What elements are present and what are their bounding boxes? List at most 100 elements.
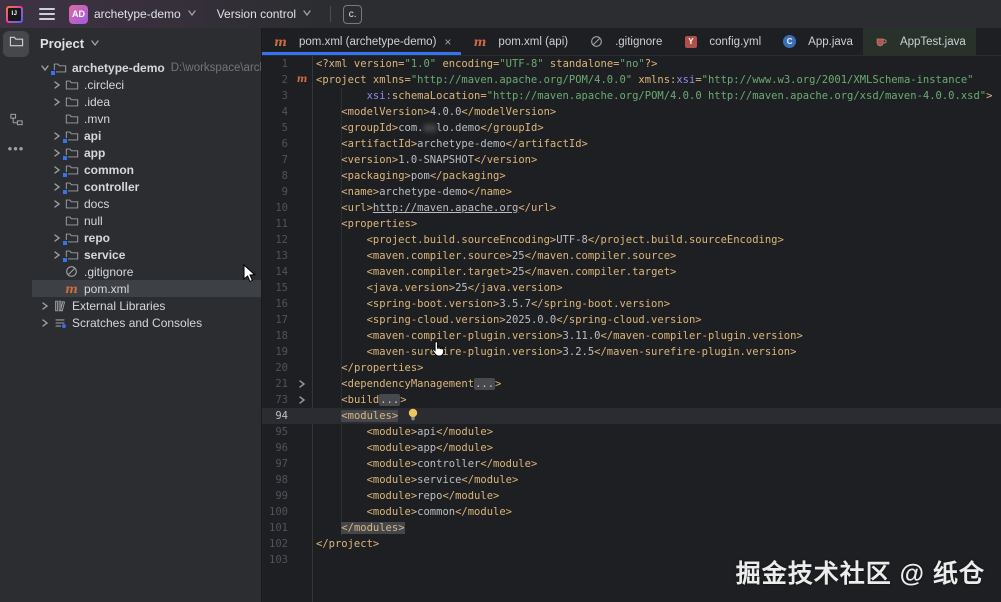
gutter-space [292, 296, 312, 312]
capture-badge-icon[interactable]: c. [343, 4, 363, 24]
ide-window: { "titlebar": { "project_badge": "AD", "… [0, 0, 1001, 602]
tree-item-controller[interactable]: controller [32, 178, 261, 195]
folded-region[interactable]: ... [474, 378, 496, 390]
tree-item-scratches-and-consoles[interactable]: Scratches and Consoles [32, 314, 261, 331]
tree-item-label: common [84, 162, 135, 177]
folder-icon [63, 78, 80, 92]
tree-item-label: .circleci [84, 77, 125, 92]
code-line-12: 12 <project.build.sourceEncoding>UTF-8</… [262, 232, 1001, 248]
code-line-8: 8 <packaging>pom</packaging> [262, 168, 1001, 184]
ignored-icon [63, 265, 80, 278]
line-number: 6 [281, 138, 288, 150]
project-avatar: AD [69, 4, 88, 24]
line-number: 99 [275, 490, 288, 502]
tree-item-app[interactable]: app [32, 144, 261, 161]
project-widget[interactable]: AD archetype-demo [63, 2, 203, 27]
watermark-text: 掘金技术社区 @ 纸仓 [735, 560, 985, 588]
folded-region[interactable]: ... [379, 394, 401, 406]
gutter-space [292, 200, 312, 216]
tab-gitignore[interactable]: .gitignore [578, 28, 672, 55]
tab-label: App.java [808, 35, 853, 48]
code-line-100: 100 <module>common</module> [262, 504, 1001, 520]
tree-item-docs[interactable]: docs [32, 195, 261, 212]
line-number: 19 [275, 346, 288, 358]
version-control-widget[interactable]: Version control [211, 4, 318, 24]
tree-item-label: repo [84, 230, 111, 245]
code-lines: 1 <?xml version="1.0" encoding="UTF-8" st… [262, 56, 1001, 568]
code-text: <modelVersion>4.0.0</modelVersion> [341, 106, 557, 118]
gutter-space [292, 360, 312, 376]
project-panel-header[interactable]: Project [32, 28, 261, 58]
code-line-11: 11 <properties> [262, 216, 1001, 232]
tab-config-yml[interactable]: Yconfig.yml [672, 28, 771, 55]
gutter-space [292, 88, 312, 104]
code-line-97: 97 <module>controller</module> [262, 456, 1001, 472]
close-icon[interactable]: × [444, 35, 451, 49]
code-line-7: 7 <version>1.0-SNAPSHOT</version> [262, 152, 1001, 168]
code-line-21: 21 <dependencyManagement...> [262, 376, 1001, 392]
line-number: 94 [275, 410, 288, 422]
line-number: 15 [275, 282, 288, 294]
line-number: 13 [275, 250, 288, 262]
gutter-space [292, 344, 312, 360]
tree-item-null[interactable]: null [32, 212, 261, 229]
line-number: 9 [281, 186, 288, 198]
tree-item-label: .mvn [84, 111, 111, 126]
tree-item-common[interactable]: common [32, 161, 261, 178]
libraries-icon [51, 299, 68, 313]
tree-item-pom-xml[interactable]: m pom.xml [32, 280, 261, 297]
chevron-icon [38, 301, 51, 311]
more-tool-windows-button[interactable]: ••• [3, 135, 29, 161]
code-line-73: 73 <build...> [262, 392, 1001, 408]
ellipsis-icon: ••• [7, 140, 25, 156]
tree-item-mvn[interactable]: .mvn [32, 110, 261, 127]
project-tool-button[interactable] [3, 31, 29, 57]
gutter-space [292, 552, 312, 568]
code-line-5: 5 <groupId>com.xxlo.demo</groupId> [262, 120, 1001, 136]
tree-item-gitignore[interactable]: .gitignore [32, 263, 261, 280]
fold-arrow-icon[interactable] [292, 376, 312, 392]
tab-apptest-java[interactable]: AppTest.java [862, 28, 976, 55]
tab-pom-xml-archetype-demo[interactable]: m pom.xml (archetype-demo) × [262, 28, 462, 55]
tree-item-label: app [84, 145, 106, 160]
tree-item-api[interactable]: api [32, 127, 261, 144]
code-editor[interactable]: 1 <?xml version="1.0" encoding="UTF-8" st… [262, 56, 1001, 602]
gutter-space [292, 248, 312, 264]
tree-item-service[interactable]: service [32, 246, 261, 263]
module-folder-icon [50, 61, 68, 76]
chevron-down-icon [90, 36, 100, 51]
code-text: <?xml version="1.0" encoding="UTF-8" sta… [316, 58, 658, 70]
code-text: xsi:schemaLocation="http://maven.apache.… [366, 90, 993, 102]
gutter-space [292, 152, 312, 168]
tree-item-idea[interactable]: .idea [32, 93, 261, 110]
gutter-space [292, 168, 312, 184]
folder-icon [63, 214, 80, 228]
tree-item-archetype-demo[interactable]: archetype-demo D:\workspace\archetype-de [32, 59, 261, 76]
line-number: 12 [275, 234, 288, 246]
tree-item-circleci[interactable]: .circleci [32, 76, 261, 93]
tree-item-label: service [84, 247, 126, 262]
gutter-space [292, 280, 312, 296]
tab-pom-xml-api[interactable]: m pom.xml (api) [461, 28, 578, 55]
module-badge-icon [50, 69, 56, 76]
fold-arrow-icon[interactable] [292, 392, 312, 408]
tree-item-external-libraries[interactable]: External Libraries [32, 297, 261, 314]
code-line-2: 2 m <project xmlns="http://maven.apache.or… [262, 72, 1001, 88]
code-text: <url>http://maven.apache.org</url> [341, 202, 557, 214]
line-number: 10 [275, 202, 288, 214]
structure-tool-button[interactable] [3, 109, 29, 135]
main-menu-icon[interactable] [39, 8, 55, 20]
tab-label: AppTest.java [899, 35, 966, 48]
tab-app-java[interactable]: C App.java [771, 28, 863, 55]
module-folder-icon [62, 146, 80, 161]
intellij-logo-icon[interactable]: IJ [6, 6, 23, 23]
module-badge-icon [62, 239, 68, 246]
code-line-13: 13 <maven.compiler.source>25</maven.comp… [262, 248, 1001, 264]
tree-item-repo[interactable]: repo [32, 229, 261, 246]
tree-item-label: controller [84, 179, 140, 194]
tree-item-label: pom.xml [84, 281, 130, 296]
code-text: <spring-boot.version>3.5.7</spring-boot.… [366, 298, 671, 310]
code-text: <groupId>com.xxlo.demo</groupId> [341, 122, 544, 134]
gutter-space [292, 232, 312, 248]
module-badge-icon [62, 154, 68, 161]
